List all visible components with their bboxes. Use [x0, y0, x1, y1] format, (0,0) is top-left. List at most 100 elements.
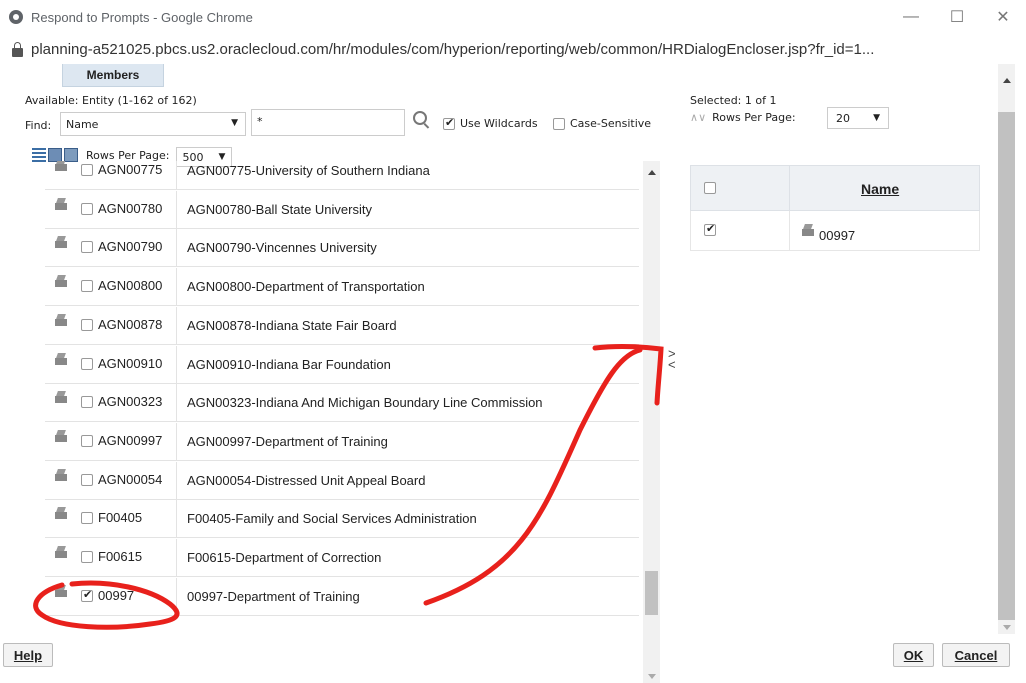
table-row[interactable]: AGN00997 AGN00997-Department of Training: [45, 422, 639, 461]
select-all-checkbox[interactable]: [704, 182, 716, 194]
selected-member-code: 00997: [819, 228, 856, 243]
available-label: Available: Entity (1-162 of 162): [25, 94, 197, 107]
member-name: AGN00997-Department of Training: [187, 433, 388, 449]
member-cube-icon: [54, 314, 68, 326]
search-input[interactable]: *: [251, 109, 405, 136]
scroll-down-icon[interactable]: [648, 674, 656, 679]
ok-button[interactable]: OK: [893, 643, 934, 667]
member-name: AGN00910-Indiana Bar Foundation: [187, 356, 391, 372]
member-checkbox[interactable]: [81, 280, 93, 293]
selected-row[interactable]: 00997: [690, 211, 980, 251]
table-row[interactable]: 00997 00997-Department of Training: [45, 577, 639, 616]
member-cell: AGN00323: [45, 384, 177, 422]
shuttle-controls: > <: [668, 347, 676, 371]
available-scrollbar[interactable]: [643, 161, 660, 683]
member-cube-icon: [54, 391, 68, 404]
table-row[interactable]: AGN00780 AGN00780-Ball State University: [45, 190, 639, 229]
member-code: AGN00054: [98, 471, 163, 487]
table-row[interactable]: AGN00054 AGN00054-Distressed Unit Appeal …: [45, 461, 639, 500]
selected-rows-per-page-value: 20: [836, 111, 850, 125]
member-checkbox[interactable]: [81, 588, 93, 602]
selected-label: Selected: 1 of 1: [690, 94, 777, 107]
table-row[interactable]: F00615 F00615-Department of Correction: [45, 539, 639, 577]
help-button[interactable]: Help: [3, 643, 53, 667]
remove-selected-button[interactable]: <: [668, 358, 676, 371]
prompt-dialog: Members Available: Entity (1-162 of 162)…: [0, 64, 1026, 683]
member-checkbox[interactable]: [81, 434, 93, 447]
table-row[interactable]: AGN00775 AGN00775-University of Southern …: [45, 161, 639, 190]
minimize-button[interactable]: —: [888, 0, 934, 34]
member-checkbox[interactable]: [81, 241, 93, 254]
use-wildcards-label: Use Wildcards: [460, 117, 538, 130]
scroll-thumb[interactable]: [998, 112, 1015, 620]
window-titlebar: Respond to Prompts - Google Chrome — ☐ ✕: [0, 0, 1026, 34]
dialog-scrollbar[interactable]: [998, 64, 1015, 634]
case-sensitive-option[interactable]: Case-Sensitive: [553, 117, 651, 130]
member-code: AGN00878: [98, 316, 163, 332]
member-checkbox[interactable]: [81, 473, 93, 486]
member-cell: F00405: [45, 500, 177, 538]
scroll-down-icon[interactable]: [1003, 625, 1011, 630]
member-code: F00405: [98, 510, 143, 526]
member-cell: AGN00780: [45, 190, 177, 228]
use-wildcards-option[interactable]: Use Wildcards: [443, 116, 538, 130]
window-title: Respond to Prompts - Google Chrome: [31, 9, 253, 25]
table-row[interactable]: AGN00878 AGN00878-Indiana State Fair Boar…: [45, 306, 639, 345]
member-name: AGN00054-Distressed Unit Appeal Board: [187, 472, 426, 488]
expand-all-icon[interactable]: [48, 148, 62, 162]
member-name: AGN00323-Indiana And Michigan Boundary L…: [187, 395, 543, 411]
cancel-button[interactable]: Cancel: [942, 643, 1010, 667]
member-cell: AGN00054: [45, 461, 177, 499]
member-checkbox[interactable]: [81, 551, 93, 563]
member-checkbox[interactable]: [81, 357, 93, 370]
member-cube-icon: [54, 546, 68, 558]
member-cube-icon: [54, 469, 68, 481]
case-sensitive-checkbox[interactable]: [553, 117, 565, 130]
close-button[interactable]: ✕: [980, 0, 1026, 34]
member-name: AGN00800-Department of Transportation: [187, 279, 425, 295]
address-bar[interactable]: planning-a521025.pbcs.us2.oraclecloud.co…: [0, 34, 1026, 64]
scroll-up-icon[interactable]: [648, 170, 656, 175]
tab-members[interactable]: Members: [62, 64, 164, 87]
table-row[interactable]: AGN00323 AGN00323-Indiana And Michigan Bo…: [45, 384, 639, 423]
use-wildcards-checkbox[interactable]: [443, 116, 455, 130]
table-row[interactable]: F00405 F00405-Family and Social Services …: [45, 500, 639, 539]
member-code: F00615: [98, 549, 143, 564]
selected-rows-per-page-select[interactable]: 20 ▼: [827, 107, 889, 129]
member-name: 00997-Department of Training: [187, 588, 360, 604]
url-text: planning-a521025.pbcs.us2.oraclecloud.co…: [31, 40, 875, 58]
collapse-all-icon[interactable]: [64, 148, 78, 162]
member-name: AGN00878-Indiana State Fair Board: [187, 317, 397, 333]
scroll-up-icon[interactable]: [1003, 78, 1011, 83]
member-cell: AGN00775: [45, 161, 177, 189]
member-cube-icon: [54, 353, 68, 365]
case-sensitive-label: Case-Sensitive: [570, 117, 652, 130]
selected-row-checkbox[interactable]: [704, 222, 716, 236]
available-members-grid: AGN00775 AGN00775-University of Southern …: [45, 161, 639, 679]
selected-pager: ∧ ∨ Rows Per Page:: [690, 111, 796, 124]
table-row[interactable]: AGN00790 AGN00790-Vincennes University: [45, 229, 639, 268]
maximize-button[interactable]: ☐: [934, 0, 980, 34]
member-checkbox[interactable]: [81, 396, 93, 409]
member-name: F00615-Department of Correction: [187, 550, 382, 565]
scroll-thumb[interactable]: [645, 571, 658, 615]
member-cube-icon: [801, 224, 815, 236]
table-row[interactable]: AGN00910 AGN00910-Indiana Bar Foundation: [45, 345, 639, 384]
member-checkbox[interactable]: [81, 164, 93, 176]
rows-per-page-label: Rows Per Page:: [86, 148, 170, 162]
table-row[interactable]: AGN00800 AGN00800-Department of Transport…: [45, 268, 639, 307]
list-view-icon[interactable]: [32, 148, 46, 162]
search-icon[interactable]: [413, 111, 427, 125]
chrome-icon: [9, 10, 23, 24]
member-cell: AGN00800: [45, 268, 177, 306]
member-checkbox[interactable]: [81, 512, 93, 525]
name-column-header[interactable]: Name: [861, 181, 899, 197]
member-checkbox[interactable]: [81, 318, 93, 331]
find-by-select[interactable]: Name ▼: [60, 112, 246, 136]
page-next-icon[interactable]: ∨: [698, 111, 706, 124]
member-cube-icon: [54, 198, 68, 210]
member-cube-icon: [54, 236, 68, 249]
page-prev-icon[interactable]: ∧: [690, 111, 698, 124]
member-checkbox[interactable]: [81, 202, 93, 215]
member-cube-icon: [54, 161, 68, 171]
